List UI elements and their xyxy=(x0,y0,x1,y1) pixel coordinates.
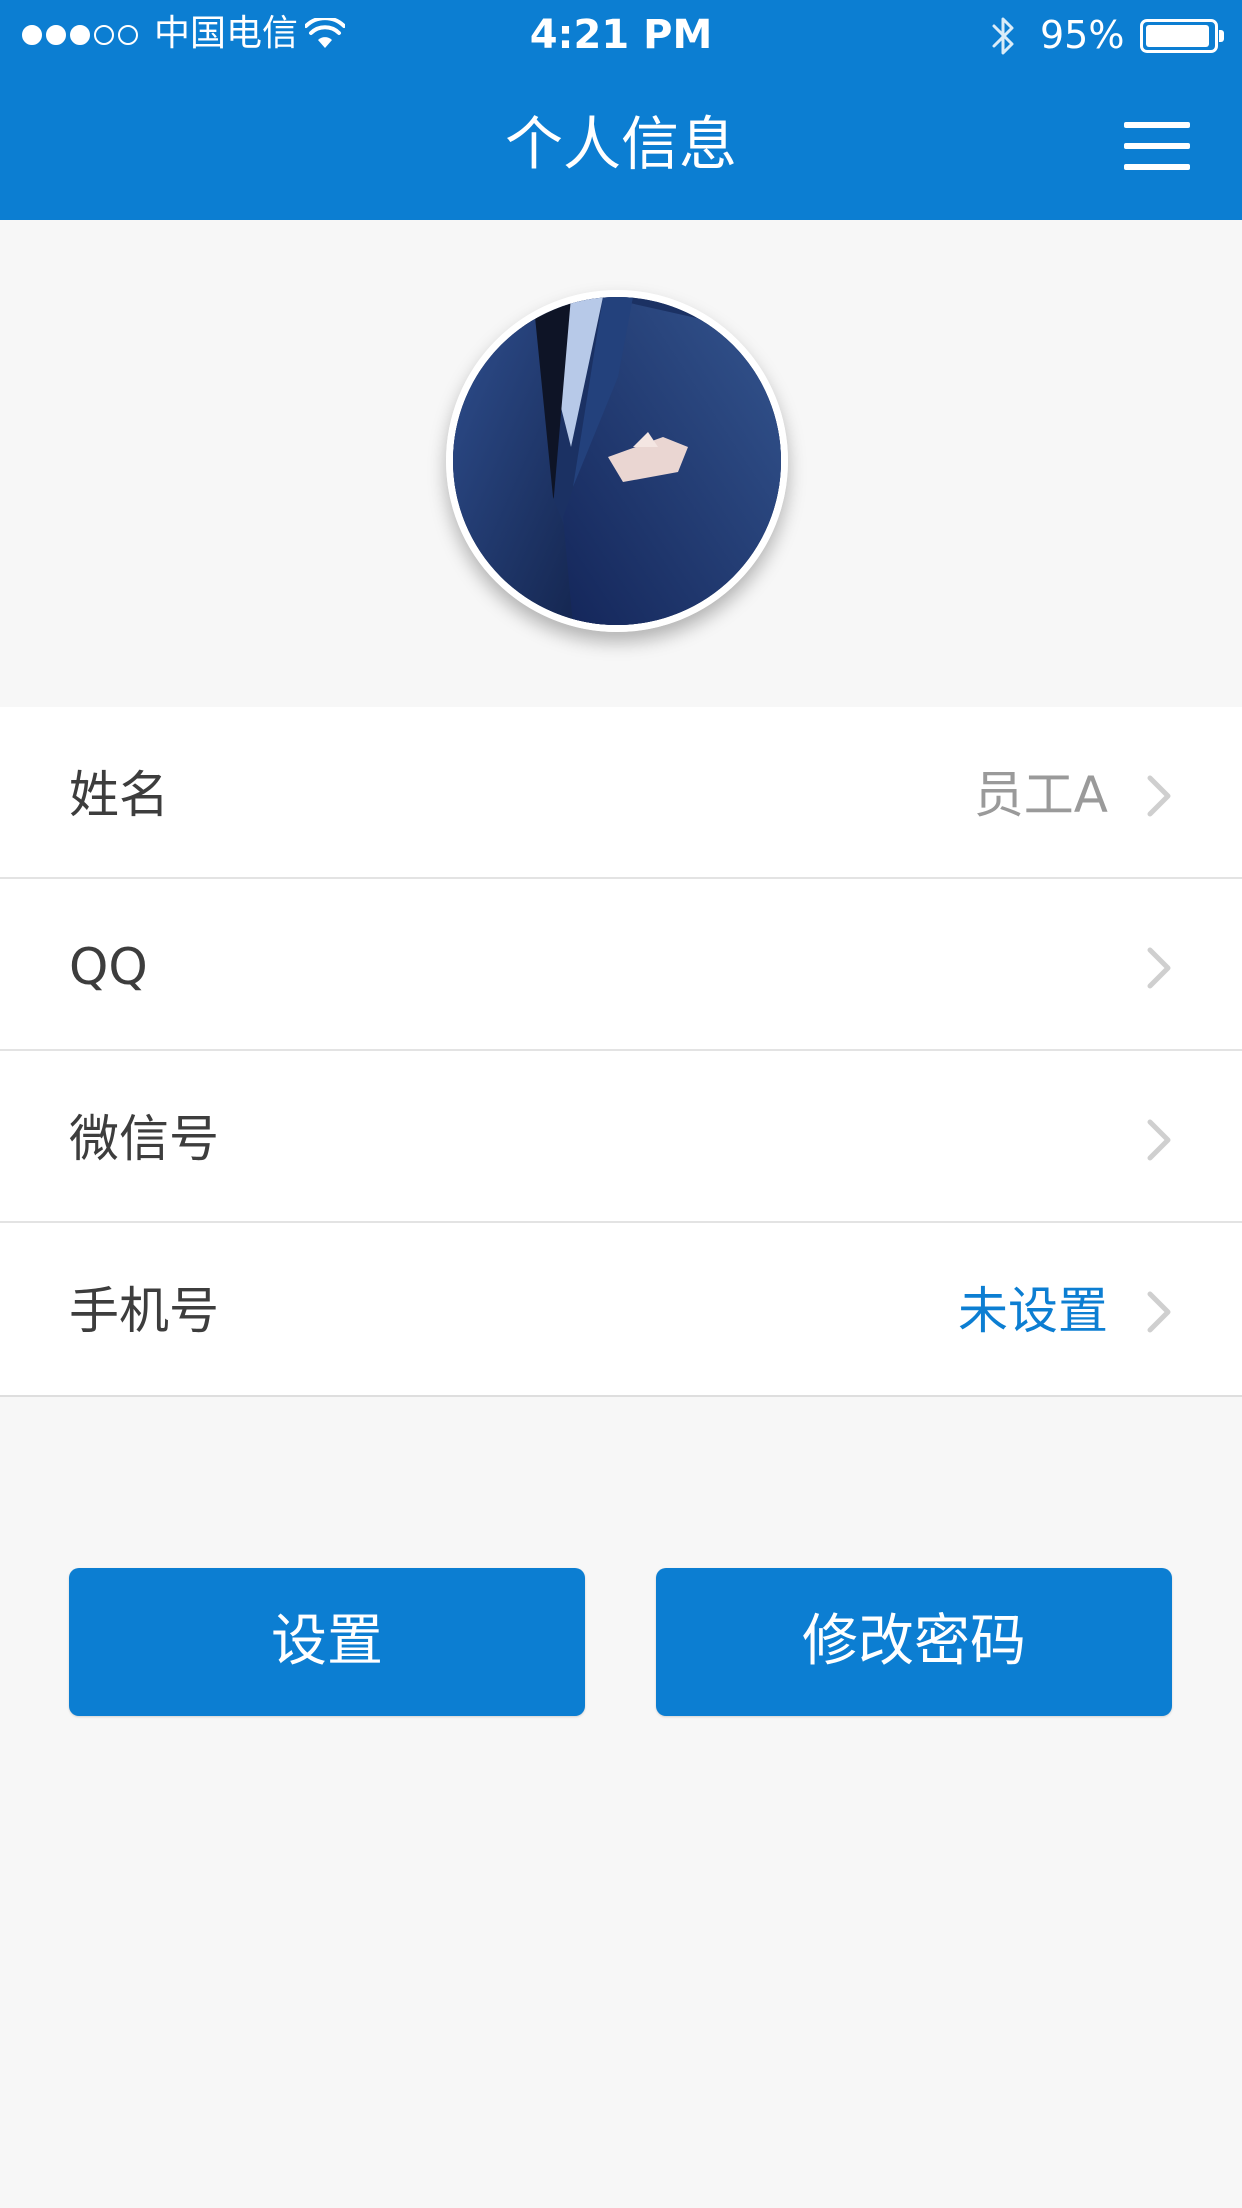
chevron-right-icon xyxy=(1147,1119,1171,1161)
settings-button[interactable]: 设置 xyxy=(69,1568,585,1716)
row-label: 微信号 xyxy=(69,1110,219,1168)
page-title: 个人信息 xyxy=(504,110,737,178)
bluetooth-icon xyxy=(992,17,1014,55)
row-wechat[interactable]: 微信号 xyxy=(0,1051,1242,1223)
avatar[interactable] xyxy=(446,290,788,632)
battery-icon xyxy=(1140,19,1224,53)
change-password-button[interactable]: 修改密码 xyxy=(656,1568,1172,1716)
row-phone[interactable]: 手机号 未设置 xyxy=(0,1223,1242,1395)
row-value: 未设置 xyxy=(958,1282,1108,1340)
profile-info-list: 姓名 员工A QQ 微信号 手机号 未设置 xyxy=(0,707,1242,1397)
row-qq[interactable]: QQ xyxy=(0,879,1242,1051)
chevron-right-icon xyxy=(1147,1291,1171,1333)
app-header: 中国电信 4:21 PM 95% 个人信息 xyxy=(0,0,1242,220)
row-label: 手机号 xyxy=(69,1282,219,1340)
hamburger-menu-icon[interactable] xyxy=(1124,122,1190,170)
row-name[interactable]: 姓名 员工A xyxy=(0,707,1242,879)
chevron-right-icon xyxy=(1147,947,1171,989)
avatar-section xyxy=(0,220,1242,707)
chevron-right-icon xyxy=(1147,775,1171,817)
row-value: 员工A xyxy=(973,766,1108,824)
row-label: 姓名 xyxy=(69,766,169,824)
battery-percentage: 95% xyxy=(1040,13,1125,57)
status-bar: 中国电信 4:21 PM 95% xyxy=(0,0,1242,70)
suit-portrait-image xyxy=(453,297,781,625)
row-label: QQ xyxy=(69,938,148,996)
